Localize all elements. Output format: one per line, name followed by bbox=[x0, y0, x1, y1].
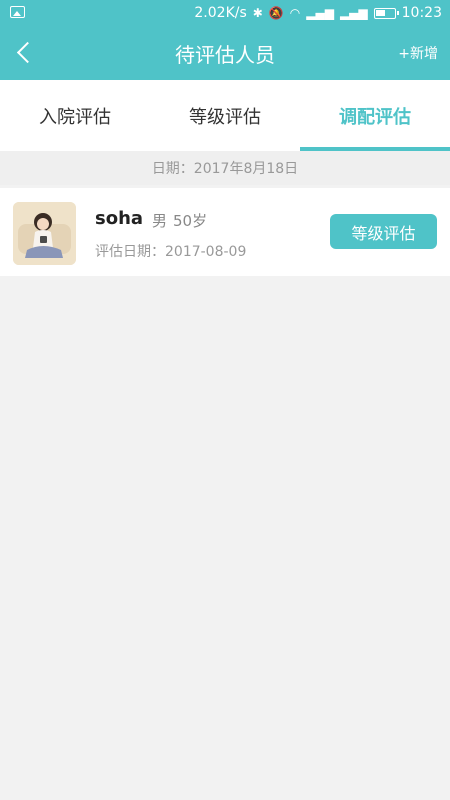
tab-level-assessment[interactable]: 等级评估 bbox=[150, 80, 300, 151]
add-button[interactable]: +新增 bbox=[398, 43, 438, 63]
status-bar: 2.02K/s ✱ 🔕 ◠ ▂▄▆ ▂▄▆ 10:23 bbox=[0, 0, 450, 25]
person-gender-age: 男 50岁 bbox=[152, 210, 207, 231]
wifi-icon: ◠ bbox=[289, 6, 301, 20]
avatar bbox=[13, 202, 76, 265]
level-assessment-button[interactable]: 等级评估 bbox=[330, 214, 437, 249]
clock: 10:23 bbox=[401, 5, 442, 21]
tab-bar: 入院评估 等级评估 调配评估 bbox=[0, 80, 450, 151]
tab-admission-assessment[interactable]: 入院评估 bbox=[0, 80, 150, 151]
network-speed: 2.02K/s bbox=[194, 5, 247, 21]
bluetooth-icon: ✱ bbox=[252, 6, 263, 20]
mute-icon: 🔕 bbox=[268, 6, 284, 20]
signal-icon: ▂▄▆ bbox=[306, 6, 334, 20]
battery-icon bbox=[373, 7, 399, 19]
image-icon bbox=[10, 6, 25, 18]
signal-icon: ▂▄▆ bbox=[339, 6, 368, 20]
tab-allocation-assessment[interactable]: 调配评估 bbox=[300, 80, 450, 151]
assessment-date: 评估日期：2017-08-09 bbox=[95, 244, 247, 260]
page-title: 待评估人员 bbox=[175, 43, 275, 67]
list-item[interactable]: soha 男 50岁 评估日期：2017-08-09 等级评估 bbox=[0, 188, 450, 276]
person-name: soha bbox=[95, 208, 144, 229]
app-header: 待评估人员 +新增 bbox=[0, 25, 450, 80]
date-header: 日期：2017年8月18日 bbox=[0, 151, 450, 185]
person-age: 50岁 bbox=[173, 212, 208, 230]
status-bar-right: 2.02K/s ✱ 🔕 ◠ ▂▄▆ ▂▄▆ 10:23 bbox=[194, 3, 442, 23]
person-gender: 男 bbox=[152, 212, 168, 230]
